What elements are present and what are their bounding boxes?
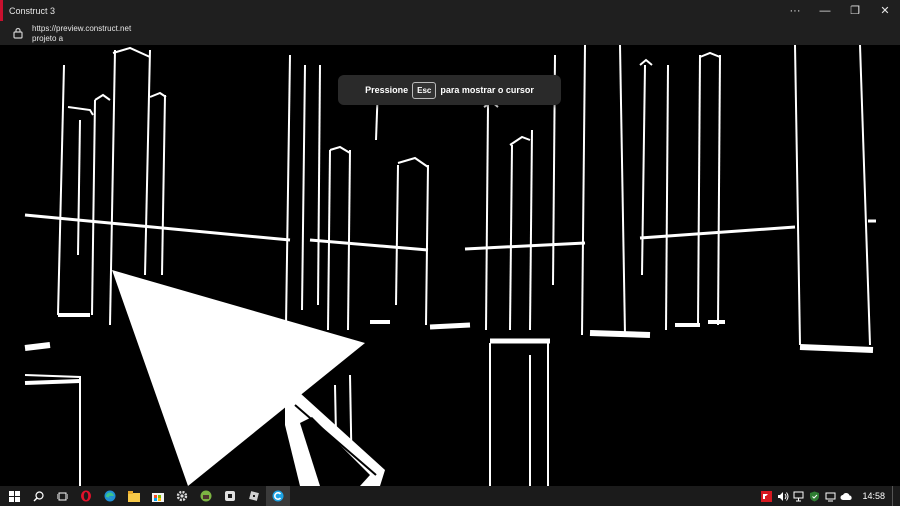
building-edge — [327, 149, 331, 331]
rooftop — [112, 46, 151, 58]
title-accent — [0, 0, 3, 21]
page-name: projeto a — [32, 34, 64, 43]
ledge — [799, 344, 874, 353]
ledge — [589, 330, 651, 338]
building-edge — [581, 45, 586, 336]
minecraft-icon[interactable] — [194, 486, 218, 506]
building-edge — [395, 164, 399, 306]
building-edge — [91, 99, 96, 316]
building-edge — [144, 49, 151, 276]
close-button[interactable]: ✕ — [870, 0, 900, 21]
minimize-button[interactable]: — — [810, 0, 840, 21]
building-edge — [641, 64, 646, 276]
rooftop — [509, 135, 531, 146]
building-edge — [697, 54, 701, 326]
display-icon[interactable] — [792, 486, 805, 506]
building-edge — [77, 119, 81, 256]
more-options-button[interactable]: ··· — [780, 0, 810, 21]
ledge — [429, 322, 471, 330]
amd-icon[interactable] — [760, 486, 773, 506]
building-edge — [509, 144, 513, 331]
url-text[interactable]: https://preview.construct.net — [32, 24, 131, 33]
microsoft-store-icon[interactable] — [146, 486, 170, 506]
building-edge — [301, 64, 306, 311]
file-explorer-icon[interactable] — [122, 486, 146, 506]
building-edge — [794, 45, 801, 346]
ledge — [24, 342, 51, 351]
building-edge — [717, 54, 721, 326]
building-edge — [665, 64, 669, 331]
platform-edge — [24, 213, 291, 242]
building-edge — [347, 149, 351, 331]
platform-edge — [464, 241, 586, 251]
building-edge — [619, 45, 626, 336]
ledge — [24, 379, 81, 385]
rooftop — [329, 145, 351, 154]
window-title: Construct 3 — [9, 5, 56, 16]
building-edge — [317, 64, 321, 306]
rooftop — [699, 51, 721, 58]
settings-icon[interactable] — [170, 486, 194, 506]
building-edge — [285, 54, 291, 326]
rooftop — [149, 91, 167, 98]
onedrive-icon[interactable] — [840, 486, 853, 506]
platform-edge — [309, 238, 429, 252]
roblox-studio-icon[interactable] — [218, 486, 242, 506]
rooftop — [94, 93, 111, 101]
window-controls: ··· — ❐ ✕ — [780, 0, 900, 21]
opera-icon[interactable] — [74, 486, 98, 506]
show-desktop-button[interactable] — [892, 486, 894, 506]
toast-text-before: Pressione — [365, 85, 409, 95]
construct-3-icon[interactable] — [266, 486, 290, 506]
esc-key: Esc — [412, 81, 437, 99]
system-tray: 14:58 — [760, 486, 900, 506]
game-viewport[interactable]: Pressione Esc para mostrar o cursor — [0, 45, 900, 486]
clock[interactable]: 14:58 — [862, 491, 885, 501]
lock-icon — [13, 27, 23, 39]
building-edge — [859, 45, 871, 346]
building-edge — [529, 129, 533, 331]
toast-text-after: para mostrar o cursor — [440, 85, 534, 95]
network-icon[interactable] — [824, 486, 837, 506]
building-edge — [161, 94, 166, 276]
taskbar: 14:58 — [0, 486, 900, 506]
restore-button[interactable]: ❐ — [840, 0, 870, 21]
rooftop — [397, 156, 429, 168]
security-icon[interactable] — [808, 486, 821, 506]
building-edge — [57, 64, 65, 316]
platform-edge — [639, 225, 796, 240]
volume-icon[interactable] — [776, 486, 789, 506]
app-root: Construct 3 ··· — ❐ ✕ https://preview.co… — [0, 0, 900, 506]
building-edge — [485, 104, 489, 331]
title-bar[interactable]: Construct 3 ··· — ❐ ✕ — [0, 0, 900, 21]
address-bar: https://preview.construct.net projeto a — [0, 21, 900, 45]
game-scene — [24, 45, 876, 486]
roblox-icon[interactable] — [242, 486, 266, 506]
ledge — [24, 374, 81, 486]
edge-icon[interactable] — [98, 486, 122, 506]
cursor-toast: Pressione Esc para mostrar o cursor — [338, 75, 561, 105]
rooftop — [639, 58, 653, 66]
rooftop — [67, 106, 94, 116]
search-icon[interactable] — [26, 486, 50, 506]
task-view-icon[interactable] — [50, 486, 74, 506]
windows-start-icon[interactable] — [2, 486, 26, 506]
building-edge — [425, 164, 429, 326]
building-edge — [109, 49, 116, 326]
